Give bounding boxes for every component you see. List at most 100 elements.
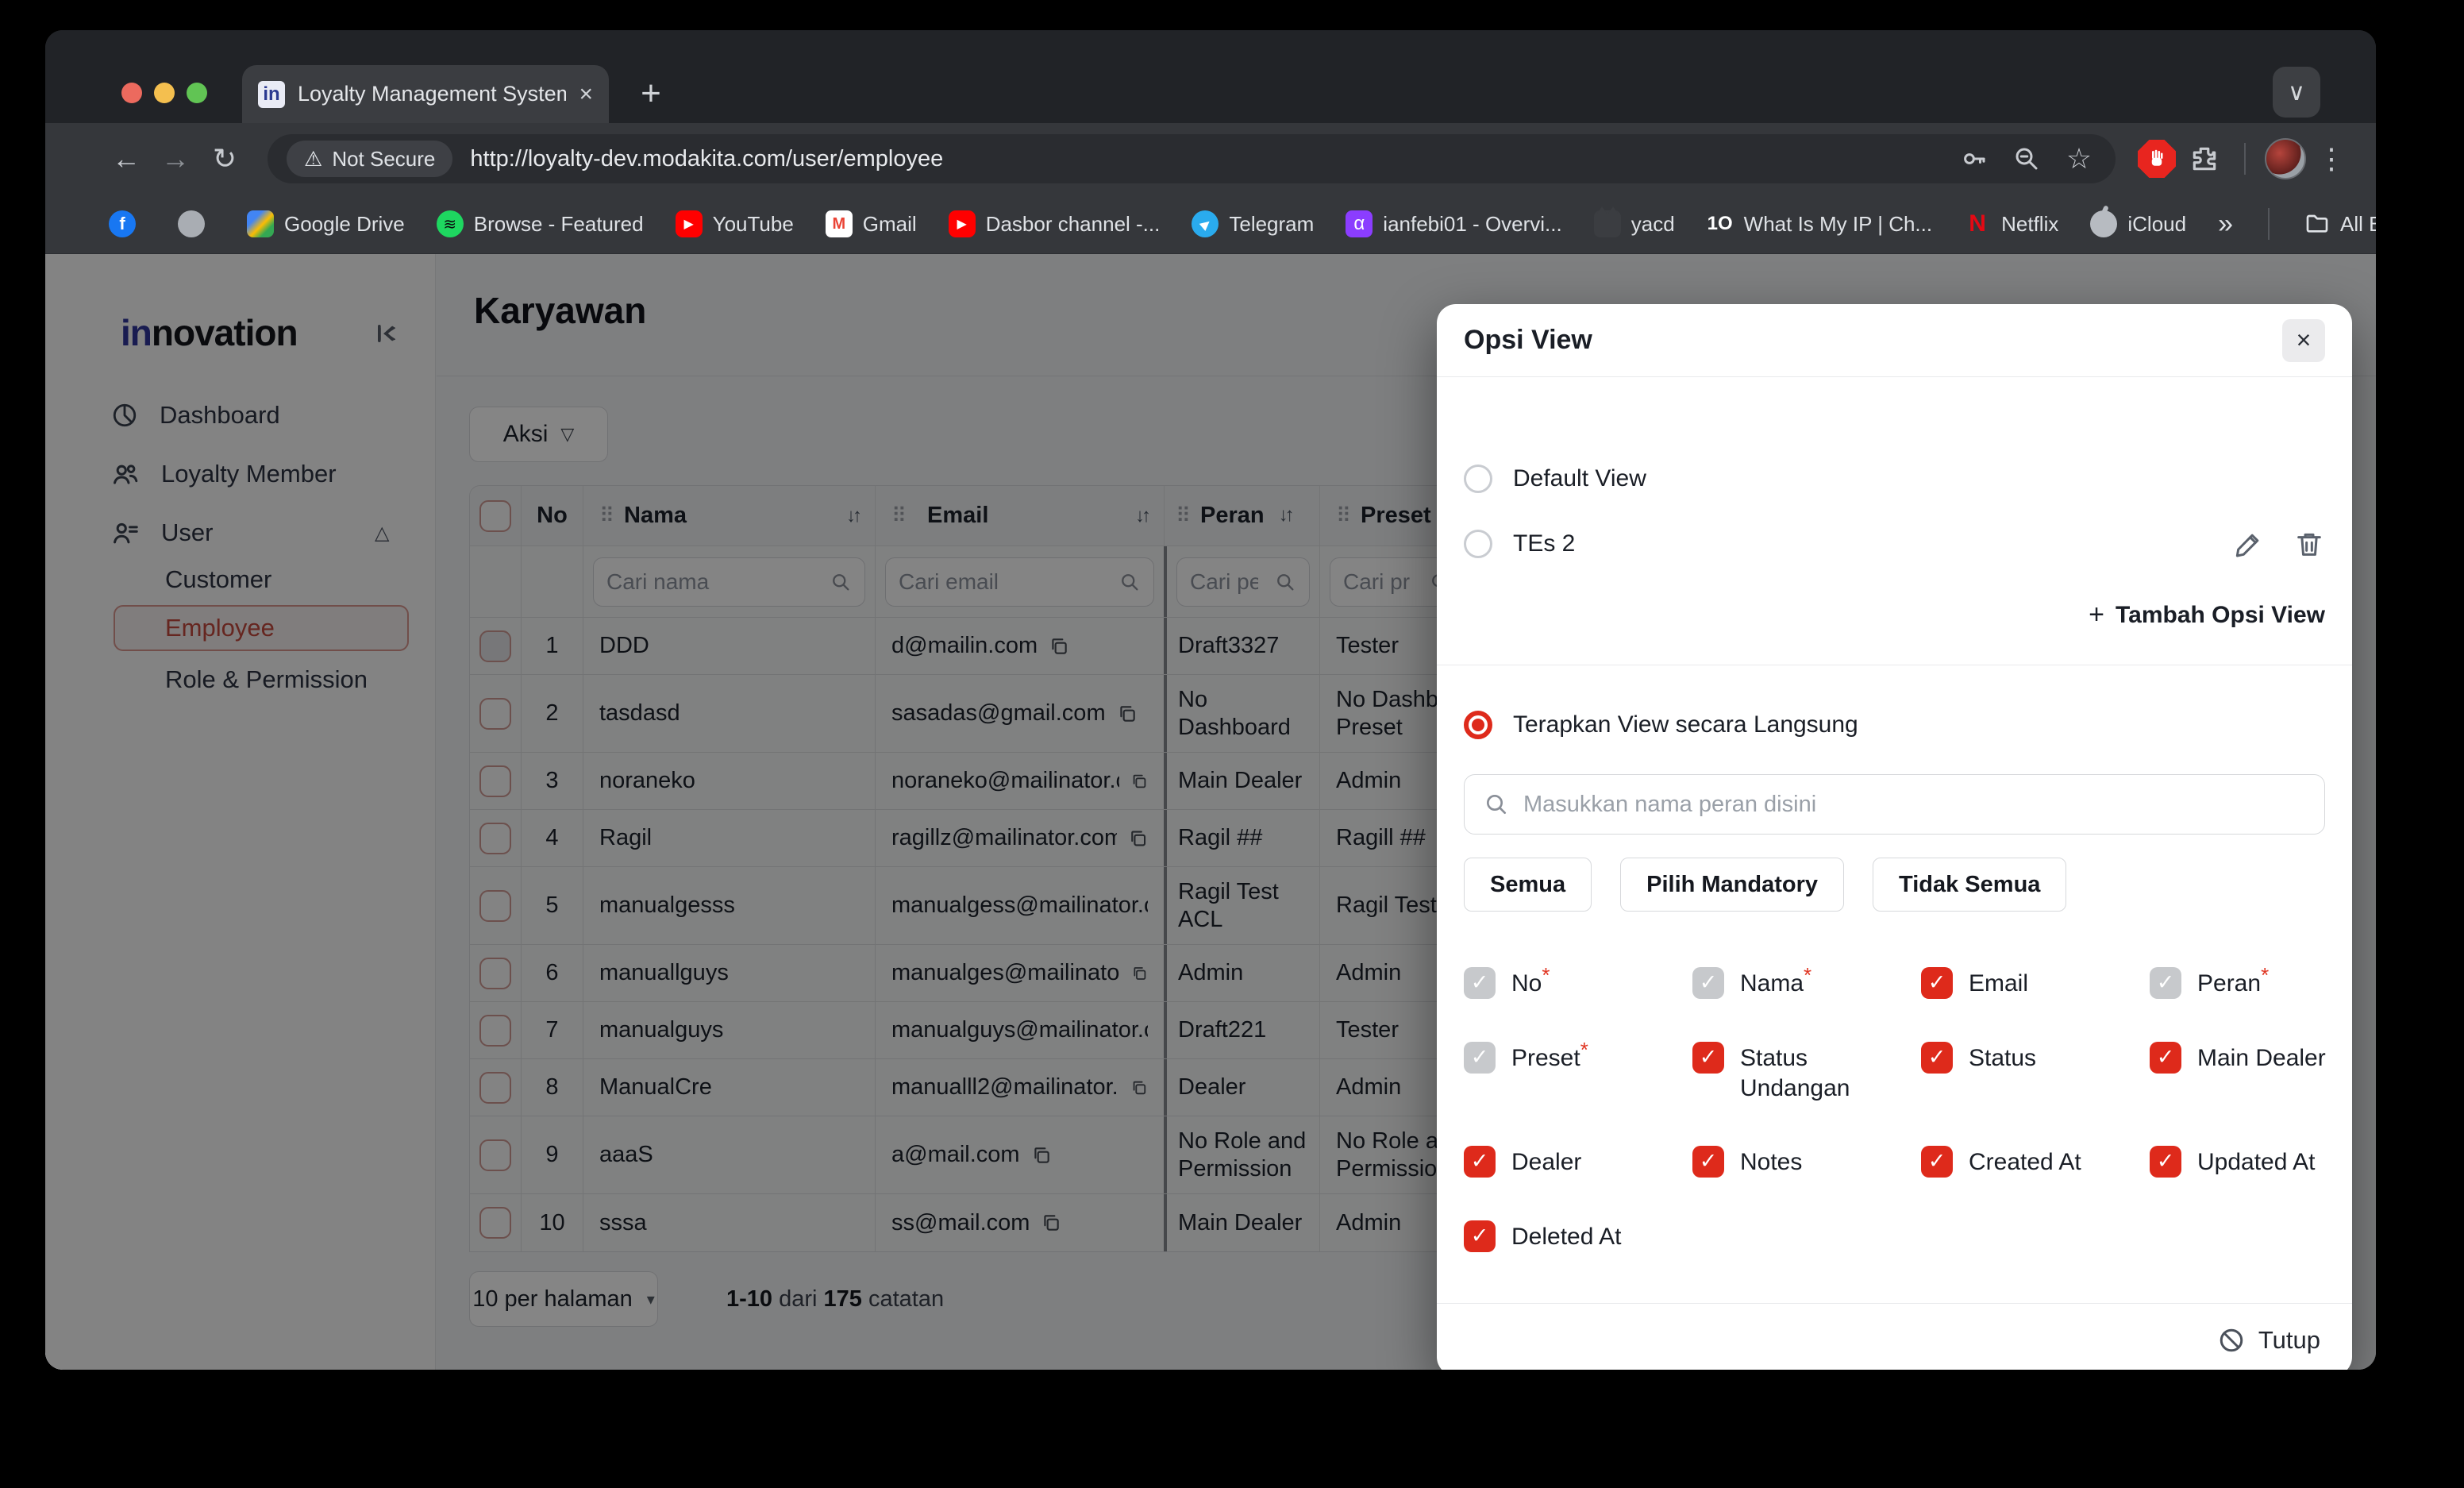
bookmark-gmail[interactable]: M Gmail <box>825 210 917 237</box>
bookmark-label: ianfebi01 - Overvi... <box>1383 211 1562 236</box>
back-button[interactable]: ← <box>106 138 147 179</box>
window-minimize-button[interactable] <box>154 83 175 103</box>
bookmark-facebook[interactable]: f <box>109 210 146 237</box>
column-toggle-status[interactable]: ✓ Status <box>1921 1042 2150 1103</box>
ban-circle-icon <box>2220 1328 2243 1351</box>
password-key-icon[interactable] <box>1957 141 1992 176</box>
address-bar[interactable]: ⚠ Not Secure http://loyalty-dev.modakita… <box>268 134 2116 183</box>
role-search-field[interactable] <box>1464 774 2325 835</box>
checkbox-checked[interactable]: ✓ <box>1464 1220 1496 1252</box>
bookmark-label: Telegram <box>1229 211 1315 236</box>
tidak-semua-button[interactable]: Tidak Semua <box>1873 858 2067 912</box>
edit-pencil-icon[interactable] <box>2233 528 2265 560</box>
checkbox-checked-disabled: ✓ <box>1464 1042 1496 1074</box>
radio-tes2[interactable] <box>1464 530 1492 558</box>
youtube-icon: ▶ <box>948 210 976 237</box>
add-opsi-view-label: Tambah Opsi View <box>2116 601 2325 628</box>
browser-tab[interactable]: in Loyalty Management System × <box>242 65 609 123</box>
column-toggle-no[interactable]: ✓ No* <box>1464 965 1692 999</box>
url-text[interactable]: http://loyalty-dev.modakita.com/user/emp… <box>470 146 1939 172</box>
bookmark-google-drive[interactable]: Google Drive <box>247 210 405 237</box>
column-toggle-preset[interactable]: ✓ Preset* <box>1464 1039 1692 1103</box>
add-opsi-view-button[interactable]: + Tambah Opsi View <box>2089 599 2325 630</box>
radio-apply-live[interactable] <box>1464 711 1492 739</box>
pilih-mandatory-button[interactable]: Pilih Mandatory <box>1620 858 1845 912</box>
reload-button[interactable]: ↻ <box>204 138 245 179</box>
zoom-out-icon[interactable] <box>2009 141 2044 176</box>
alpha-icon: α <box>1346 210 1373 237</box>
checkbox-checked[interactable]: ✓ <box>1692 1146 1724 1178</box>
bookmark-netflix[interactable]: N Netflix <box>1964 210 2058 237</box>
close-icon[interactable]: × <box>2282 318 2325 362</box>
column-toggle-dealer[interactable]: ✓ Dealer <box>1464 1146 1692 1178</box>
youtube-icon: ▶ <box>675 210 703 237</box>
tutup-button[interactable]: Tutup <box>2217 1326 2320 1355</box>
facebook-icon: f <box>109 210 136 237</box>
bookmark-globe[interactable] <box>178 210 215 237</box>
column-toggle-deleted-at[interactable]: ✓ Deleted At <box>1464 1220 1692 1252</box>
bookmark-youtube[interactable]: ▶ YouTube <box>675 210 794 237</box>
adblock-extension-icon[interactable] <box>2138 140 2176 178</box>
checkbox-checked[interactable]: ✓ <box>1464 1146 1496 1178</box>
bookmark-label: Browse - Featured <box>473 211 644 236</box>
forward-button[interactable]: → <box>155 138 196 179</box>
apply-view-option[interactable]: Terapkan View secara Langsung <box>1464 711 2325 739</box>
radio-default-view[interactable] <box>1464 465 1492 493</box>
profile-avatar[interactable] <box>2265 138 2306 179</box>
checkbox-checked[interactable]: ✓ <box>2150 1042 2181 1074</box>
window-zoom-button[interactable] <box>187 83 207 103</box>
view-option-default[interactable]: Default View <box>1464 465 2325 493</box>
google-drive-icon <box>247 210 274 237</box>
tab-search-chevron-button[interactable]: ∨ <box>2273 67 2320 118</box>
bookmark-spotify[interactable]: ≋ Browse - Featured <box>436 210 644 237</box>
bulk-select-buttons: Semua Pilih Mandatory Tidak Semua <box>1464 858 2067 912</box>
column-toggle-nama[interactable]: ✓ Nama* <box>1692 965 1921 999</box>
not-secure-badge[interactable]: ⚠ Not Secure <box>287 141 453 177</box>
column-toggle-main-dealer[interactable]: ✓ Main Dealer <box>2150 1042 2376 1103</box>
bookmark-telegram[interactable]: ▶ Telegram <box>1192 210 1314 237</box>
checkbox-checked-disabled: ✓ <box>1692 967 1724 999</box>
toolbar-divider <box>2244 143 2246 175</box>
bookmark-ianfebi01[interactable]: α ianfebi01 - Overvi... <box>1346 210 1562 237</box>
bookmark-label: YouTube <box>712 211 794 236</box>
column-toggle-updated-at[interactable]: ✓ Updated At <box>2150 1146 2376 1178</box>
not-secure-label: Not Secure <box>332 146 436 171</box>
search-icon <box>1487 795 1506 814</box>
column-toggle-status-undangan[interactable]: ✓ Status Undangan <box>1692 1042 1921 1103</box>
window-close-button[interactable] <box>121 83 142 103</box>
tab-close-icon[interactable]: × <box>579 82 593 106</box>
browser-menu-icon[interactable]: ⋮ <box>2314 142 2349 175</box>
bookmark-dasbor-channel[interactable]: ▶ Dasbor channel -... <box>948 210 1160 237</box>
extensions-puzzle-icon[interactable] <box>2184 138 2225 179</box>
column-toggle-peran[interactable]: ✓ Peran* <box>2150 965 2376 999</box>
bookmark-yacd[interactable]: yacd <box>1593 206 1675 237</box>
modal-footer: Tutup <box>1437 1303 2352 1370</box>
gmail-icon: M <box>825 210 853 237</box>
bookmark-star-icon[interactable]: ☆ <box>2062 141 2096 176</box>
checkbox-checked[interactable]: ✓ <box>1921 1042 1953 1074</box>
role-search-input[interactable] <box>1523 791 2305 818</box>
browser-window: in Loyalty Management System × + ∨ ← → ↻… <box>45 30 2376 1370</box>
column-toggle-created-at[interactable]: ✓ Created At <box>1921 1146 2150 1178</box>
checkbox-checked[interactable]: ✓ <box>1692 1042 1724 1074</box>
new-tab-button[interactable]: + <box>629 71 673 116</box>
checkbox-checked[interactable]: ✓ <box>1921 967 1953 999</box>
bookmark-whatismyip[interactable]: 1O What Is My IP | Ch... <box>1707 210 1932 237</box>
column-toggle-email[interactable]: ✓ Email <box>1921 967 2150 999</box>
modal-title: Opsi View <box>1464 325 1592 355</box>
checkbox-checked[interactable]: ✓ <box>1921 1146 1953 1178</box>
all-bookmarks-button[interactable]: All Bookmarks <box>2304 211 2376 237</box>
cat-icon <box>1593 206 1621 237</box>
view-option-tes2[interactable]: TEs 2 <box>1464 528 2325 560</box>
bookmarks-overflow-icon[interactable]: » <box>2218 209 2233 240</box>
bookmark-icloud[interactable]: iCloud <box>2090 210 2186 237</box>
column-toggle-notes[interactable]: ✓ Notes <box>1692 1146 1921 1178</box>
bookmark-label: Gmail <box>862 211 917 236</box>
bookmark-label: yacd <box>1630 211 1675 236</box>
delete-trash-icon[interactable] <box>2293 528 2325 560</box>
tab-strip: in Loyalty Management System × + ∨ <box>45 30 2376 123</box>
semua-button[interactable]: Semua <box>1464 858 1592 912</box>
checkbox-checked[interactable]: ✓ <box>2150 1146 2181 1178</box>
warning-icon: ⚠ <box>304 146 323 171</box>
apply-view-label: Terapkan View secara Langsung <box>1513 711 1858 738</box>
